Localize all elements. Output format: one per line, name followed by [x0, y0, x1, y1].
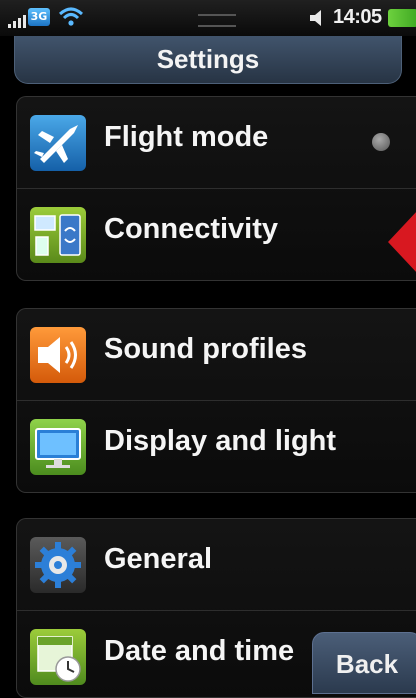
gear-icon — [30, 537, 86, 593]
settings-item-display-and-light[interactable]: Display and light — [17, 400, 416, 492]
battery-icon — [388, 9, 416, 27]
settings-item-label: Sound profiles — [104, 333, 307, 365]
notification-handle[interactable] — [198, 14, 236, 27]
volume-icon — [310, 10, 321, 26]
settings-item-flight-mode[interactable]: Flight mode — [17, 97, 416, 188]
settings-item-label: Date and time — [104, 635, 295, 667]
settings-item-connectivity[interactable]: Connectivity — [17, 188, 416, 280]
settings-group-1: Flight mode Connectivity — [16, 96, 416, 281]
settings-item-label: General — [104, 543, 212, 575]
title-bar: Settings — [14, 36, 402, 84]
connectivity-icon — [30, 207, 86, 263]
clock: 14:05 — [333, 6, 382, 28]
settings-group-2: Sound profiles Display and light — [16, 308, 416, 493]
status-bar: 3G 14:05 — [0, 0, 416, 36]
back-button[interactable]: Back — [312, 632, 416, 694]
speaker-icon — [30, 327, 86, 383]
airplane-icon — [30, 115, 86, 171]
settings-item-label: Display and light — [104, 425, 337, 457]
page-title: Settings — [156, 44, 260, 74]
highlight-arrow — [388, 210, 416, 274]
settings-item-label: Flight mode — [104, 121, 269, 153]
flight-mode-toggle[interactable] — [372, 133, 390, 151]
settings-item-general[interactable]: General — [17, 519, 416, 610]
monitor-icon — [30, 419, 86, 475]
wifi-icon — [58, 7, 84, 26]
settings-item-sound-profiles[interactable]: Sound profiles — [17, 309, 416, 400]
settings-item-label: Connectivity — [104, 213, 279, 245]
signal-strength-icon — [8, 12, 26, 28]
network-type-badge: 3G — [28, 8, 50, 26]
calendar-clock-icon — [30, 629, 86, 685]
